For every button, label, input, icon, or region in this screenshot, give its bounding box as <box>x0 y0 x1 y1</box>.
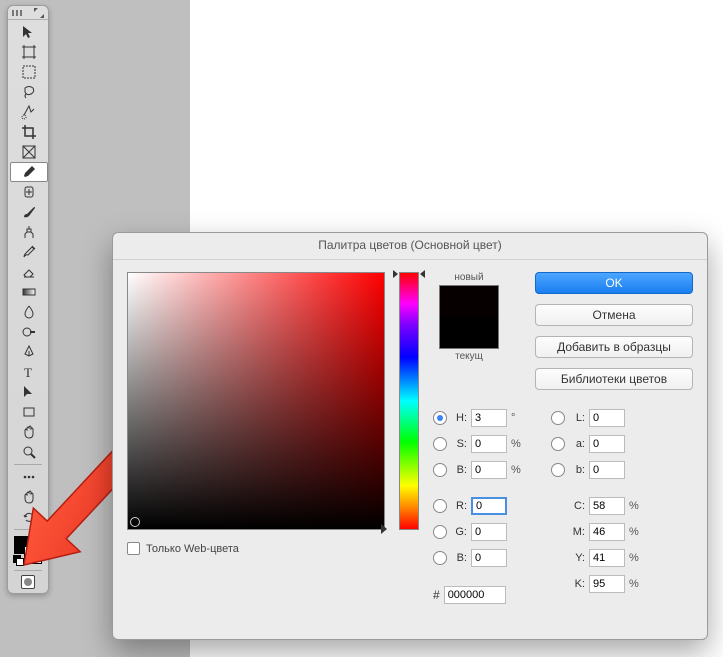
label-a: a: <box>569 438 585 450</box>
unit-s: % <box>511 438 523 450</box>
input-k[interactable] <box>589 575 625 593</box>
unit-m: % <box>629 526 641 538</box>
label-h: H: <box>451 412 467 424</box>
rotate-tool[interactable] <box>10 507 48 527</box>
new-color-label: новый <box>433 272 505 283</box>
history-brush-tool[interactable] <box>10 242 48 262</box>
web-only-label: Только Web-цвета <box>146 543 239 555</box>
radio-l[interactable] <box>551 411 565 425</box>
label-m: M: <box>569 526 585 538</box>
input-b2[interactable] <box>471 549 507 567</box>
eraser-tool[interactable] <box>10 262 48 282</box>
quick-select-tool[interactable] <box>10 102 48 122</box>
brush-tool[interactable] <box>10 202 48 222</box>
blur-tool[interactable] <box>10 302 48 322</box>
spectrum-arrow-icon <box>381 524 387 534</box>
add-swatch-button[interactable]: Добавить в образцы <box>535 336 693 358</box>
default-colors-icon[interactable] <box>14 556 24 566</box>
color-preview: новый текущ <box>433 272 505 362</box>
label-r: R: <box>451 500 467 512</box>
tools-panel-header[interactable] <box>8 6 48 20</box>
separator <box>14 529 42 530</box>
crop-tool[interactable] <box>10 122 48 142</box>
input-b[interactable] <box>471 461 507 479</box>
color-swatches[interactable]: ↺ <box>10 532 46 568</box>
radio-g[interactable] <box>433 525 447 539</box>
label-s: S: <box>451 438 467 450</box>
quick-mask-toggle[interactable] <box>10 573 46 591</box>
radio-h[interactable] <box>433 411 447 425</box>
unit-c: % <box>629 500 641 512</box>
dialog-title: Палитра цветов (Основной цвет) <box>113 233 707 260</box>
web-only-checkbox[interactable] <box>127 542 140 555</box>
input-c[interactable] <box>589 497 625 515</box>
expand-icon <box>34 8 44 18</box>
label-y: Y: <box>569 552 585 564</box>
rectangle-tool[interactable] <box>10 402 48 422</box>
hand-alt-tool[interactable] <box>10 487 48 507</box>
eyedropper-tool[interactable] <box>10 162 48 182</box>
label-b: B: <box>451 464 467 476</box>
zoom-tool[interactable] <box>10 442 48 462</box>
input-m[interactable] <box>589 523 625 541</box>
pen-tool[interactable] <box>10 342 48 362</box>
edit-toolbar[interactable] <box>10 467 48 487</box>
input-a[interactable] <box>589 435 625 453</box>
input-r[interactable] <box>471 497 507 515</box>
clone-tool[interactable] <box>10 222 48 242</box>
current-color-label: текущ <box>433 351 505 362</box>
hand-tool[interactable] <box>10 422 48 442</box>
tools-panel: T ↺ <box>7 5 49 594</box>
healing-tool[interactable] <box>10 182 48 202</box>
path-select-tool[interactable] <box>10 382 48 402</box>
unit-h: ° <box>511 412 523 424</box>
color-spectrum[interactable] <box>127 272 385 530</box>
unit-b: % <box>511 464 523 476</box>
radio-r[interactable] <box>433 499 447 513</box>
new-color-swatch[interactable] <box>440 286 498 317</box>
cancel-button[interactable]: Отмена <box>535 304 693 326</box>
input-hex[interactable] <box>444 586 506 604</box>
input-l[interactable] <box>589 409 625 427</box>
input-h[interactable] <box>471 409 507 427</box>
color-libraries-button[interactable]: Библиотеки цветов <box>535 368 693 390</box>
unit-y: % <box>629 552 641 564</box>
hex-hash: # <box>433 588 440 602</box>
artboard-tool[interactable] <box>10 42 48 62</box>
ok-button[interactable]: OK <box>535 272 693 294</box>
radio-b2[interactable] <box>433 551 447 565</box>
frame-tool[interactable] <box>10 142 48 162</box>
dodge-tool[interactable] <box>10 322 48 342</box>
input-g[interactable] <box>471 523 507 541</box>
label-b2: B: <box>451 552 467 564</box>
label-k: K: <box>569 578 585 590</box>
gradient-tool[interactable] <box>10 282 48 302</box>
separator <box>14 464 42 465</box>
separator <box>14 570 42 571</box>
label-g: G: <box>451 526 467 538</box>
hue-slider[interactable] <box>399 272 419 530</box>
input-s[interactable] <box>471 435 507 453</box>
background-swatch[interactable] <box>24 546 42 564</box>
marquee-tool[interactable] <box>10 62 48 82</box>
label-l: L: <box>569 412 585 424</box>
swap-colors-icon[interactable]: ↺ <box>34 534 42 545</box>
quick-mask-icon <box>21 575 35 589</box>
color-picker-dialog: Палитра цветов (Основной цвет) новый тек… <box>112 232 708 640</box>
radio-a[interactable] <box>551 437 565 451</box>
label-c: C: <box>569 500 585 512</box>
radio-lab-b[interactable] <box>551 463 565 477</box>
svg-text:T: T <box>24 365 32 380</box>
input-lab-b[interactable] <box>589 461 625 479</box>
radio-s[interactable] <box>433 437 447 451</box>
type-tool[interactable]: T <box>10 362 48 382</box>
move-tool[interactable] <box>10 22 48 42</box>
current-color-swatch[interactable] <box>440 317 498 348</box>
unit-k: % <box>629 578 641 590</box>
input-y[interactable] <box>589 549 625 567</box>
radio-b[interactable] <box>433 463 447 477</box>
lasso-tool[interactable] <box>10 82 48 102</box>
label-lab-b: b: <box>569 464 585 476</box>
